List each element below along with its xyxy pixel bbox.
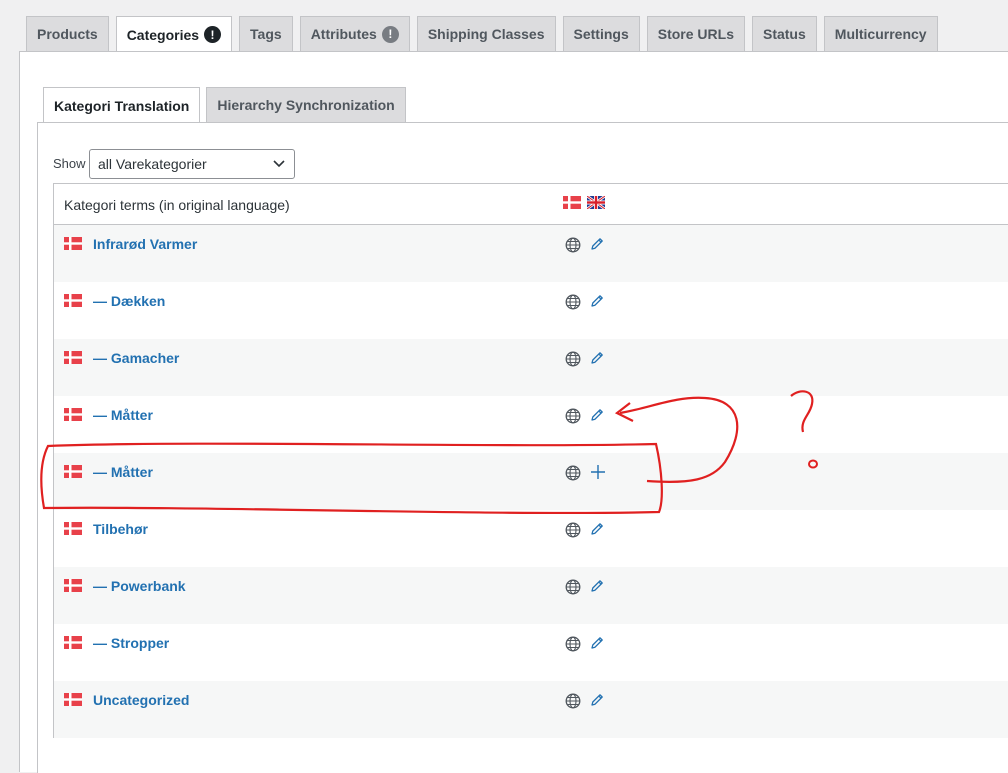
table-row: Tilbehør [54, 510, 1008, 567]
terms-table: Kategori terms (in original language) In… [53, 183, 1008, 738]
tab-label: Shipping Classes [427, 26, 545, 42]
table-body: Infrarød Varmer — Dækken — Gamacher — Måtte… [54, 225, 1008, 738]
term-link[interactable]: — Gamacher [93, 350, 179, 366]
table-row: — Måtter [54, 396, 1008, 453]
globe-icon[interactable] [565, 579, 581, 600]
select-value: all Varekategorier [98, 156, 207, 172]
term-link[interactable]: Uncategorized [93, 692, 189, 708]
danish-flag-icon [64, 579, 82, 597]
danish-flag-icon [64, 522, 82, 540]
globe-icon[interactable] [565, 351, 581, 372]
table-row: — Powerbank [54, 567, 1008, 624]
term-link[interactable]: — Powerbank [93, 578, 186, 594]
danish-flag-icon [64, 636, 82, 654]
globe-icon[interactable] [565, 294, 581, 315]
danish-flag-icon [64, 693, 82, 711]
table-row: Infrarød Varmer [54, 225, 1008, 282]
add-translation-icon[interactable] [589, 463, 607, 486]
term-link[interactable]: — Måtter [93, 407, 153, 423]
edit-translation-icon[interactable] [589, 692, 605, 713]
table-row: — Stropper [54, 624, 1008, 681]
edit-translation-icon[interactable] [589, 635, 605, 656]
tab-tags[interactable]: Tags [239, 16, 293, 51]
chevron-down-icon [273, 160, 285, 168]
warning-badge: ! [204, 26, 222, 43]
tab-label: Kategori Translation [54, 97, 190, 114]
danish-flag-icon [64, 237, 82, 255]
edit-translation-icon[interactable] [589, 521, 605, 542]
tab-label: Status [762, 26, 806, 42]
tab-settings[interactable]: Settings [562, 16, 640, 51]
top-tab-bar: Products Categories! Tags Attributes! Sh… [26, 16, 945, 52]
table-row: — Dækken [54, 282, 1008, 339]
table-row: Uncategorized [54, 681, 1008, 738]
table-row: — Gamacher [54, 339, 1008, 396]
danish-flag-icon [563, 196, 581, 209]
danish-flag-icon [64, 465, 82, 483]
globe-icon[interactable] [565, 636, 581, 657]
tab-label: Store URLs [657, 26, 734, 42]
tab-store-urls[interactable]: Store URLs [646, 16, 745, 51]
tab-label: Tags [250, 26, 282, 42]
tab-hierarchy-synchronization[interactable]: Hierarchy Synchronization [206, 87, 406, 122]
tab-label: Attributes [310, 26, 377, 42]
globe-icon[interactable] [565, 465, 581, 486]
danish-flag-icon [64, 294, 82, 312]
edit-translation-icon[interactable] [589, 350, 605, 371]
tab-label: Products [37, 26, 98, 42]
taxonomy-select[interactable]: all Varekategorier [89, 149, 295, 179]
column-title: Kategori terms (in original language) [64, 197, 290, 213]
tab-status[interactable]: Status [751, 16, 817, 51]
tab-products[interactable]: Products [26, 16, 109, 51]
tab-attributes[interactable]: Attributes! [299, 16, 410, 51]
tab-categories[interactable]: Categories! [115, 16, 233, 52]
globe-icon[interactable] [565, 237, 581, 258]
globe-icon[interactable] [565, 408, 581, 429]
tab-label: Settings [573, 26, 629, 42]
show-label: Show [53, 156, 86, 171]
warning-badge: ! [381, 25, 399, 43]
term-link[interactable]: — Dækken [93, 293, 165, 309]
tab-label: Multicurrency [834, 26, 927, 42]
tab-kategori-translation[interactable]: Kategori Translation [43, 87, 201, 123]
sub-tab-bar: Kategori Translation Hierarchy Synchroni… [43, 87, 412, 123]
globe-icon[interactable] [565, 522, 581, 543]
tab-shipping-classes[interactable]: Shipping Classes [416, 16, 556, 51]
language-flags [563, 196, 605, 209]
danish-flag-icon [64, 351, 82, 369]
tab-multicurrency[interactable]: Multicurrency [823, 16, 938, 51]
tab-label: Hierarchy Synchronization [217, 97, 395, 113]
term-link[interactable]: Infrarød Varmer [93, 236, 197, 252]
edit-translation-icon[interactable] [589, 407, 605, 428]
term-link[interactable]: — Måtter [93, 464, 153, 480]
edit-translation-icon[interactable] [589, 578, 605, 599]
uk-flag-icon [587, 196, 605, 209]
term-link[interactable]: Tilbehør [93, 521, 148, 537]
edit-translation-icon[interactable] [589, 236, 605, 257]
tab-label: Categories [126, 26, 200, 43]
term-link[interactable]: — Stropper [93, 635, 169, 651]
table-row: — Måtter [54, 453, 1008, 510]
globe-icon[interactable] [565, 693, 581, 714]
table-header: Kategori terms (in original language) [54, 184, 1008, 225]
danish-flag-icon [64, 408, 82, 426]
edit-translation-icon[interactable] [589, 293, 605, 314]
